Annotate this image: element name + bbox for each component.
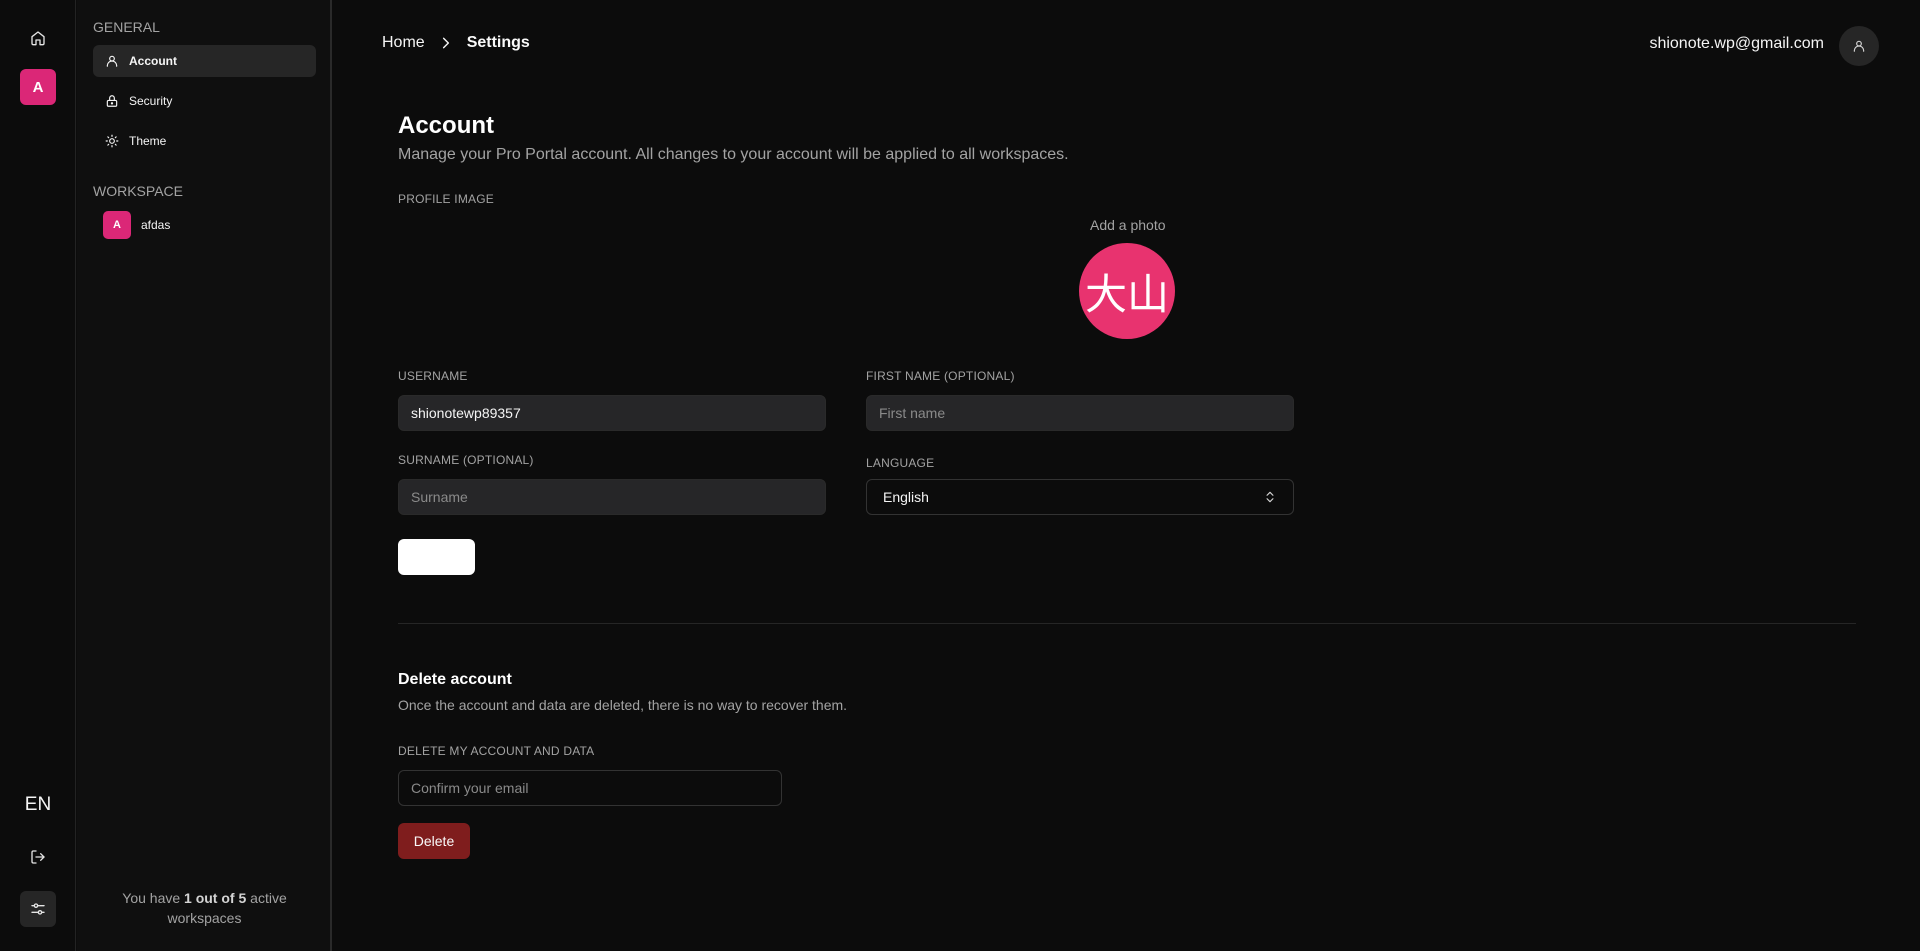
breadcrumb-current: Settings <box>466 34 530 51</box>
first-name-input[interactable]: First name <box>866 395 1294 431</box>
sidebar-item-label: Theme <box>129 134 167 148</box>
add-photo-link[interactable]: Add a photo <box>1090 217 1166 233</box>
user-email: shionote.wp@gmail.com <box>1649 35 1824 52</box>
user-icon <box>1853 40 1865 52</box>
breadcrumb-home-link[interactable]: Home <box>382 34 425 52</box>
confirm-email-input[interactable]: Confirm your email <box>398 770 782 806</box>
settings-sidebar: GENERAL Account Security Theme WORKSPACE… <box>77 0 332 951</box>
surname-label: SURNAME (OPTIONAL) <box>398 453 534 467</box>
preferences-button[interactable] <box>20 891 56 927</box>
delete-button[interactable]: Delete <box>398 823 470 859</box>
user-menu-button[interactable] <box>1839 26 1879 66</box>
home-icon <box>31 31 45 46</box>
icon-rail: A EN <box>0 0 76 951</box>
save-button[interactable] <box>398 539 475 575</box>
home-button[interactable] <box>20 20 56 56</box>
first-name-label: FIRST NAME (OPTIONAL) <box>866 369 1015 383</box>
workspace-heading: WORKSPACE <box>93 183 183 199</box>
sidebar-item-workspace[interactable]: A afdas <box>93 208 316 242</box>
usage-count: 1 out of 5 <box>184 890 247 906</box>
section-divider <box>398 623 1856 624</box>
page-title: Account <box>398 112 494 139</box>
sliders-icon <box>31 903 45 915</box>
sidebar-item-label: Security <box>129 94 173 108</box>
lock-icon <box>106 95 118 107</box>
sidebar-item-theme[interactable]: Theme <box>93 125 316 157</box>
profile-image-label: PROFILE IMAGE <box>398 192 494 206</box>
username-label: USERNAME <box>398 369 468 383</box>
workspace-usage-text: You have 1 out of 5 active workspaces <box>97 888 312 928</box>
profile-avatar[interactable]: 大山 <box>1079 243 1175 339</box>
language-select-value: English <box>883 489 929 505</box>
language-select[interactable]: English <box>866 479 1294 515</box>
breadcrumb: Home Settings <box>382 34 530 52</box>
sun-icon <box>105 134 119 148</box>
sidebar-item-label: Account <box>129 54 177 68</box>
surname-input[interactable]: Surname <box>398 479 826 515</box>
chevron-up-down-icon <box>1266 491 1274 503</box>
delete-account-title: Delete account <box>398 671 512 688</box>
workspace-avatar: A <box>103 211 131 239</box>
language-toggle[interactable]: EN <box>20 787 56 823</box>
workspace-name: afdas <box>141 218 171 232</box>
sidebar-item-security[interactable]: Security <box>93 85 316 117</box>
username-input[interactable]: shionotewp89357 <box>398 395 826 431</box>
sidebar-item-account[interactable]: Account <box>93 45 316 77</box>
language-label: LANGUAGE <box>866 456 935 470</box>
workspace-switcher-button[interactable]: A <box>20 69 56 105</box>
chevron-right-icon <box>442 37 449 49</box>
logout-icon <box>31 850 45 864</box>
delete-account-description: Once the account and data are deleted, t… <box>398 697 848 713</box>
delete-account-field-label: DELETE MY ACCOUNT AND DATA <box>398 744 595 758</box>
logout-button[interactable] <box>20 839 56 875</box>
page-description: Manage your Pro Portal account. All chan… <box>398 146 1069 163</box>
general-heading: GENERAL <box>93 19 160 35</box>
usage-prefix: You have <box>122 890 181 906</box>
user-icon <box>106 55 118 67</box>
